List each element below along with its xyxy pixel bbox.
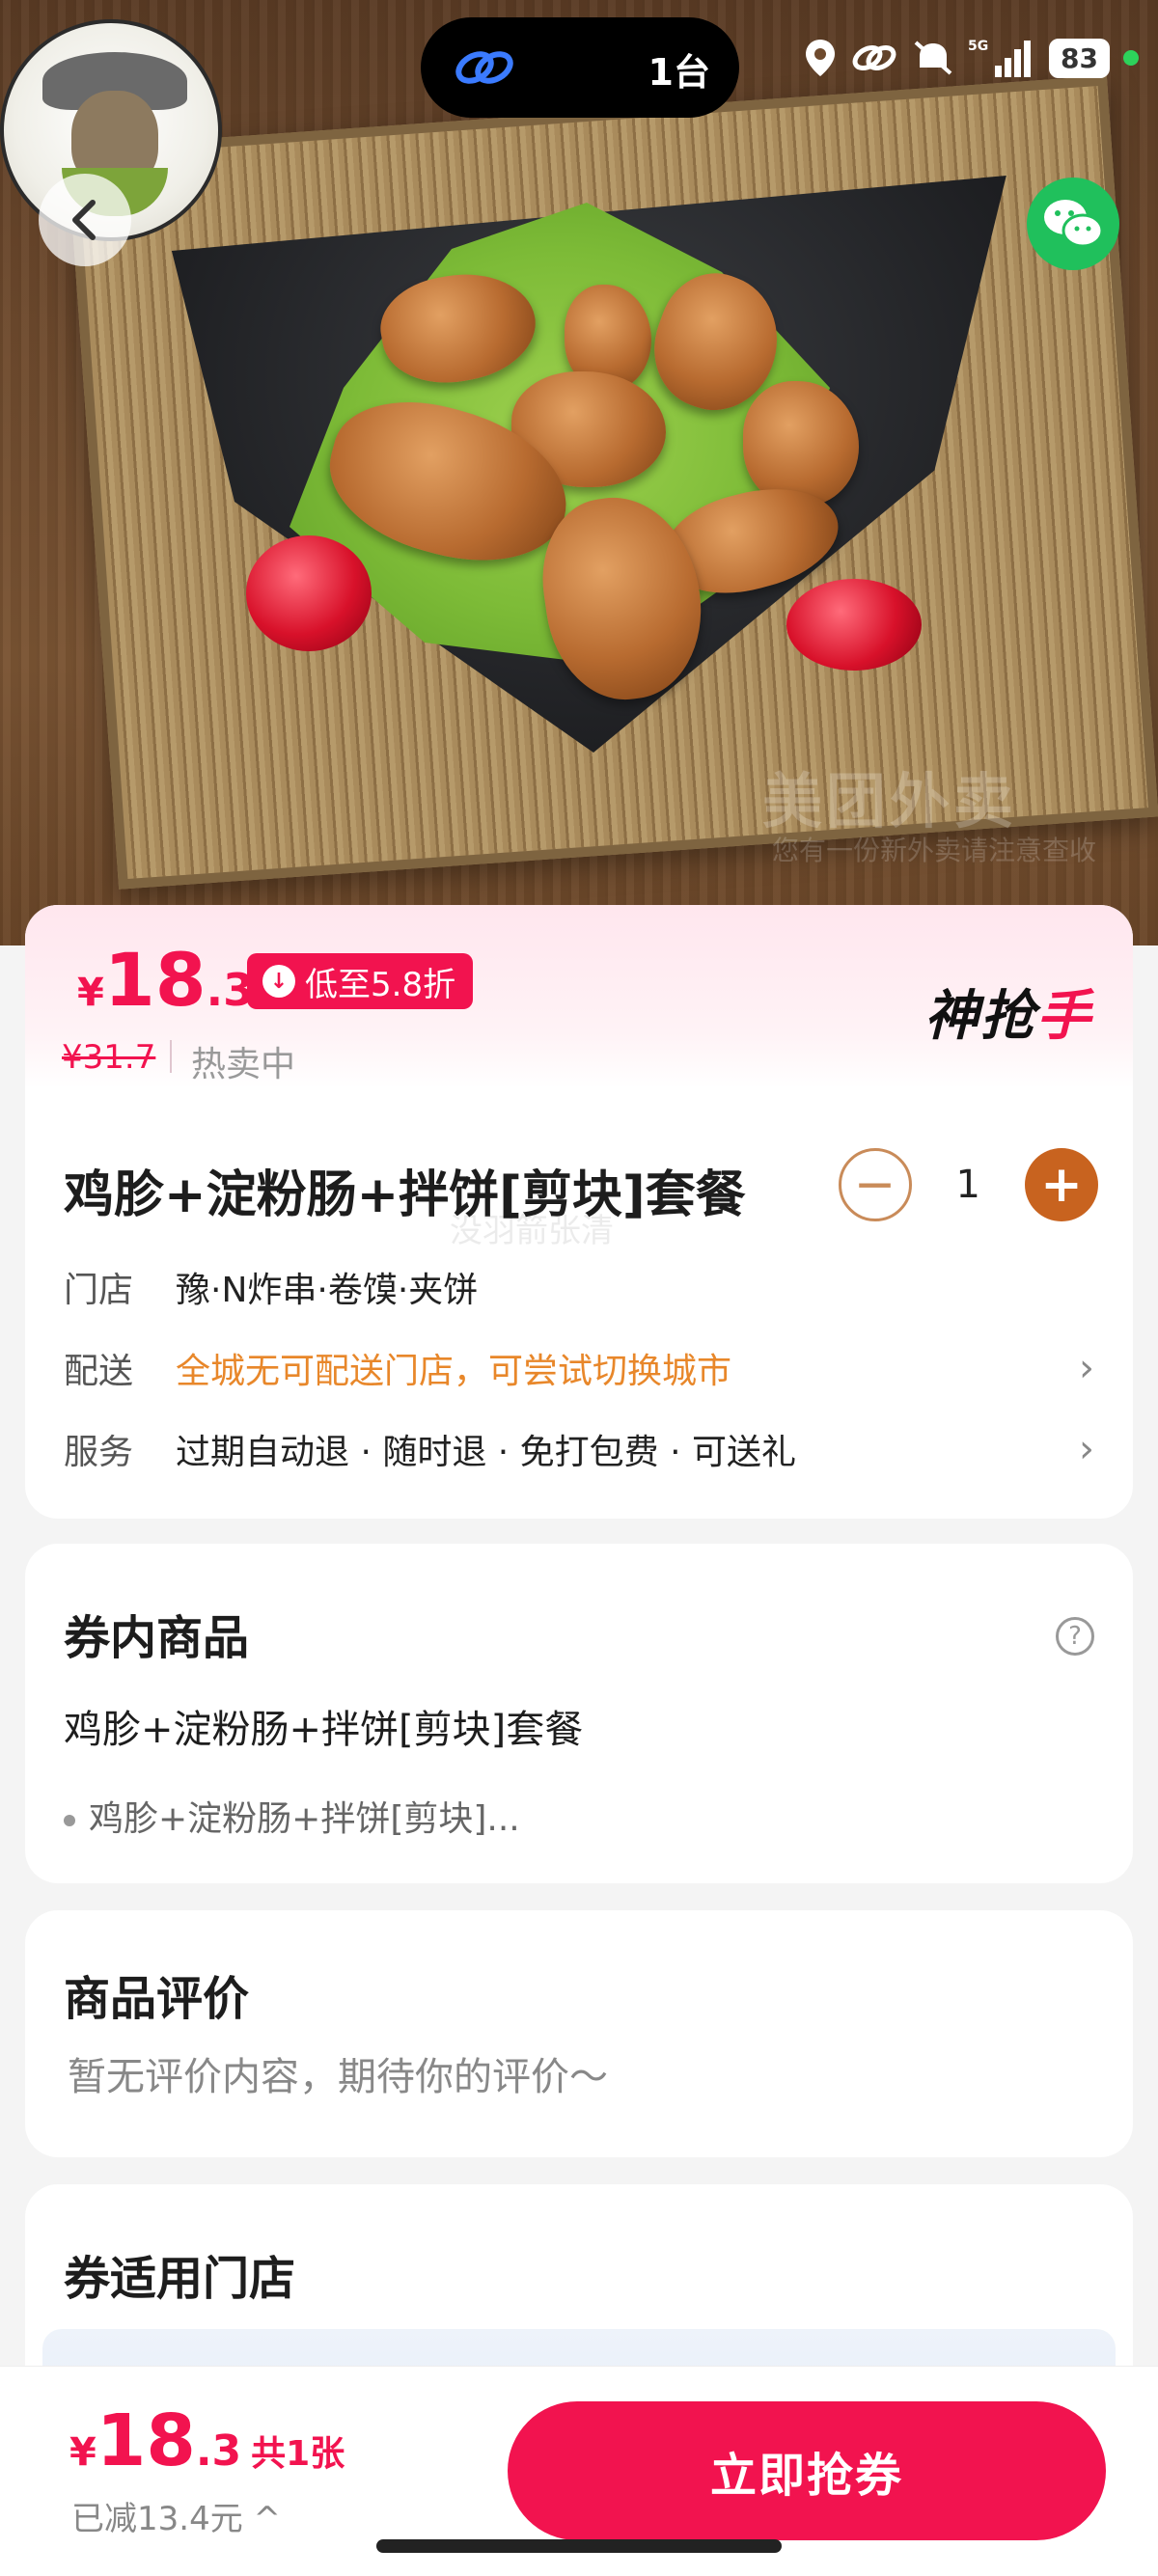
voucher-item: 鸡胗+淀粉肠+拌饼[剪块]... [64, 1791, 520, 1841]
reviews-title: 商品评价 [64, 1972, 250, 2026]
voucher-product-name: 鸡胗+淀粉肠+拌饼[剪块]套餐 [64, 1708, 584, 1752]
savings-toggle[interactable]: 已减13.4元 ^ [71, 2492, 281, 2539]
link-icon [454, 46, 515, 93]
ketchup [786, 579, 922, 671]
ketchup [246, 535, 372, 651]
decrease-quantity-button[interactable]: − [838, 1148, 912, 1221]
battery-indicator: 83 [1049, 38, 1110, 78]
chevron-left-icon [72, 200, 96, 240]
store-row[interactable]: 门店 豫·N炸串·卷馍·夹饼 [64, 1262, 1094, 1312]
total-price: ¥ 18 .3 共1张 [69, 2399, 345, 2482]
link-status-icon [852, 45, 896, 70]
quantity-stepper: − 1 + [838, 1148, 1098, 1221]
service-row[interactable]: 服务 过期自动退 · 随时退 · 免打包费 · 可送礼 › [64, 1424, 1094, 1474]
home-indicator[interactable] [376, 2539, 782, 2553]
voucher-items-card: 券内商品 ? 鸡胗+淀粉肠+拌饼[剪块]套餐 鸡胗+淀粉肠+拌饼[剪块]... [25, 1544, 1133, 1883]
back-button[interactable] [39, 174, 131, 266]
reviews-card: 商品评价 暂无评价内容，期待你的评价～ [25, 1910, 1133, 2157]
dynamic-island: 1台 [421, 17, 739, 118]
chevron-right-icon: › [1079, 1346, 1094, 1390]
original-price: ¥31.7 [62, 1038, 156, 1077]
delivery-row[interactable]: 配送 全城无可配送门店，可尝试切换城市 › [64, 1343, 1094, 1393]
sale-status: 热卖中 [191, 1045, 296, 1084]
product-title: 鸡胗+淀粉肠+拌饼[剪块]套餐 [64, 1166, 746, 1224]
shenqiangshou-logo: 神抢手 [924, 985, 1092, 1048]
empty-reviews-text: 暂无评价内容，期待你的评价～ [68, 2055, 608, 2099]
image-watermark: 美团外卖 [762, 766, 1018, 836]
signal-5g-icon: 5G [968, 39, 1032, 77]
service-terms: 过期自动退 · 随时退 · 免打包费 · 可送礼 [176, 1433, 796, 1472]
plus-icon: + [1040, 1156, 1083, 1214]
product-info-card: ¥ 18 .3 ↓ 低至5.8折 ¥31.7 热卖中 神抢手 鸡胗+淀粉肠+拌饼… [25, 905, 1133, 1519]
svg-text:5G: 5G [968, 39, 988, 54]
text-watermark: 没羽箭张清 [450, 1212, 614, 1250]
current-price: ¥ 18 .3 [77, 937, 255, 1023]
arrow-down-icon: ↓ [262, 965, 295, 998]
wechat-icon [1044, 200, 1104, 248]
image-watermark-sub: 您有一份新外卖请注意查收 [772, 835, 1097, 866]
minus-icon: − [853, 1156, 896, 1214]
island-text: 1台 [648, 51, 710, 94]
fried-chicken [743, 381, 859, 507]
discount-badge: ↓ 低至5.8折 [247, 953, 474, 1009]
store-name: 豫·N炸串·卷馍·夹饼 [176, 1271, 479, 1310]
quantity-value: 1 [955, 1163, 980, 1207]
divider [170, 1040, 172, 1073]
status-icons: 5G 83 [804, 37, 1139, 79]
stores-title: 券适用门店 [64, 2252, 296, 2306]
voucher-count: 共1张 [251, 2434, 345, 2474]
increase-quantity-button[interactable]: + [1025, 1148, 1098, 1221]
location-icon [806, 40, 836, 76]
voucher-items-title: 券内商品 [64, 1611, 250, 1665]
privacy-dot [1123, 50, 1139, 66]
delivery-message: 全城无可配送门店，可尝试切换城市 [176, 1352, 732, 1391]
mute-icon [914, 41, 952, 75]
help-icon[interactable]: ? [1056, 1617, 1094, 1656]
wechat-share-button[interactable] [1027, 178, 1119, 270]
chevron-right-icon: › [1079, 1427, 1094, 1471]
grab-voucher-button[interactable]: 立即抢券 [508, 2401, 1106, 2540]
